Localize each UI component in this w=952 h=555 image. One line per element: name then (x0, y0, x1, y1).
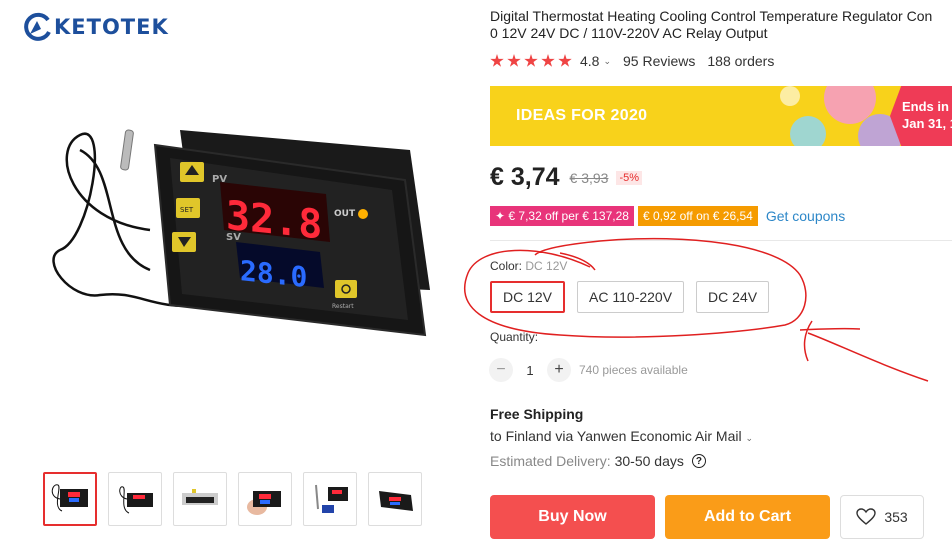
reviews-link[interactable]: 95 Reviews (623, 53, 695, 69)
thumbnail-6[interactable] (368, 472, 422, 526)
wishlist-button[interactable]: 353 (840, 495, 924, 539)
coupon-select[interactable]: € 0,92 off on € 26,54 (637, 206, 758, 226)
banner-text: IDEAS FOR 2020 (516, 107, 648, 124)
star-icon (507, 54, 521, 67)
estimated-delivery: Estimated Delivery: 30-50 days ? (490, 453, 706, 469)
banner-ends-line-2: Jan 31, 1 (902, 116, 952, 131)
delivery-days: 30-50 days (614, 453, 684, 469)
product-title-line-2: 0 12V 24V DC / 110V-220V AC Relay Output (490, 25, 768, 41)
add-to-cart-button[interactable]: Add to Cart (665, 495, 830, 539)
quantity-stepper: − 1 + 740 pieces available (489, 358, 688, 382)
current-price: € 3,74 (490, 163, 560, 191)
divider (490, 240, 952, 241)
star-icon (490, 54, 504, 67)
device-out-label: OUT (334, 209, 356, 219)
thumbnail-strip (43, 472, 422, 526)
promo-banner[interactable]: IDEAS FOR 2020 Ends in Jan 31, 1 (490, 86, 952, 146)
original-price: € 3,93 (569, 169, 609, 186)
device-restart-label: Restart (332, 303, 354, 310)
product-title: Digital Thermostat Heating Cooling Contr… (490, 8, 952, 42)
product-title-line-1: Digital Thermostat Heating Cooling Contr… (490, 8, 933, 24)
heart-icon (856, 508, 877, 525)
brand-logo[interactable]: KETOTEK (22, 12, 169, 42)
chevron-down-icon[interactable]: ⌄ (603, 56, 611, 67)
thumbnail-1[interactable] (43, 472, 97, 526)
color-selected-value: DC 12V (525, 259, 568, 273)
star-icon (541, 54, 555, 67)
color-label-text: Color: (490, 259, 523, 273)
logo-swirl-icon (24, 12, 51, 41)
brand-name: KETOTEK (54, 15, 169, 39)
thumbnail-5[interactable] (303, 472, 357, 526)
quantity-label: Quantity: (490, 330, 539, 344)
shipping-destination[interactable]: to Finland via Yanwen Economic Air Mail … (490, 428, 753, 444)
star-rating (490, 54, 572, 68)
device-restart-button (335, 280, 357, 298)
color-options: DC 12V AC 110-220V DC 24V (490, 281, 770, 313)
rating-row: 4.8 ⌄ 95 Reviews 188 orders (490, 53, 774, 69)
color-option-dc-24v[interactable]: DC 24V (696, 281, 770, 313)
device-out-led (358, 209, 368, 219)
delivery-label: Estimated Delivery: (490, 453, 611, 469)
thumbnail-2[interactable] (108, 472, 162, 526)
quantity-minus-button[interactable]: − (489, 358, 513, 382)
star-icon (524, 54, 538, 67)
main-product-image[interactable]: SET PV SV 32.8 28.0 OUT Restart (30, 90, 460, 370)
orders-count: 188 orders (707, 53, 775, 69)
quantity-available: 740 pieces available (579, 363, 688, 377)
color-option-dc-12v[interactable]: DC 12V (490, 281, 566, 313)
coupon-store[interactable]: ✦ € 7,32 off per € 137,28 (490, 206, 634, 226)
coupons-row: ✦ € 7,32 off per € 137,28 € 0,92 off on … (490, 206, 845, 226)
wishlist-count: 353 (884, 509, 908, 525)
get-coupons-link[interactable]: Get coupons (766, 208, 845, 224)
price-row: € 3,74 € 3,93 -5% (490, 163, 643, 192)
quantity-plus-button[interactable]: + (547, 358, 571, 382)
quantity-input[interactable]: 1 (513, 363, 547, 378)
star-icon (558, 54, 572, 67)
rating-score[interactable]: 4.8 (580, 53, 599, 69)
chevron-down-icon: ⌄ (745, 433, 754, 443)
banner-countdown: Ends in Jan 31, 1 (890, 86, 952, 146)
shipping-destination-text: to Finland via Yanwen Economic Air Mail (490, 428, 742, 444)
color-label: Color: DC 12V (490, 259, 567, 273)
buy-now-button[interactable]: Buy Now (490, 495, 655, 539)
shipping-title: Free Shipping (490, 406, 584, 422)
banner-ends-line-1: Ends in (902, 99, 949, 114)
device-set-label: SET (180, 206, 194, 214)
color-option-ac-110-220v[interactable]: AC 110-220V (577, 281, 685, 313)
help-circle-icon[interactable]: ? (691, 454, 706, 468)
thumbnail-4[interactable] (238, 472, 292, 526)
discount-badge: -5% (616, 170, 643, 185)
thumbnail-3[interactable] (173, 472, 227, 526)
